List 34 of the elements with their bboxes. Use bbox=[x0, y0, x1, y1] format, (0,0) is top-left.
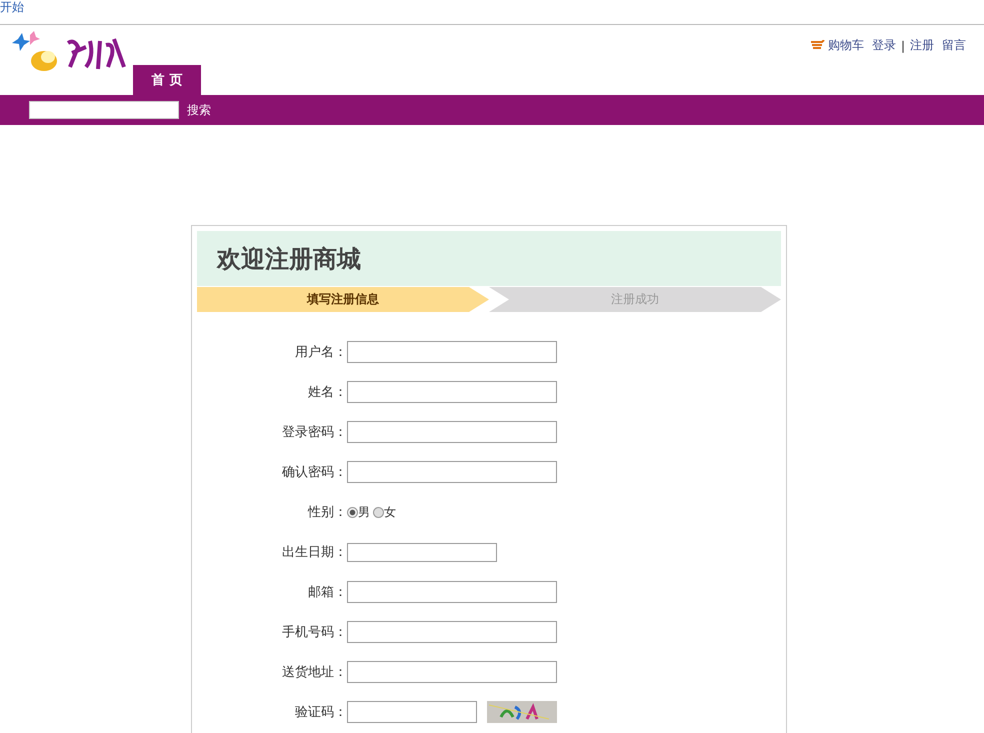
home-tab[interactable]: 首 页 bbox=[133, 65, 201, 95]
field-label: 邮箱： bbox=[307, 584, 347, 601]
field-label: 用户名： bbox=[294, 344, 347, 361]
search-field[interactable] bbox=[29, 101, 179, 119]
page-title: 欢迎注册商城 bbox=[217, 244, 361, 274]
field-label: 登录密码： bbox=[281, 424, 347, 441]
field-label: 验证码： bbox=[294, 704, 347, 721]
search-button[interactable]: 搜索 bbox=[187, 102, 211, 118]
input-field[interactable] bbox=[347, 661, 557, 683]
date-field[interactable] bbox=[347, 542, 497, 562]
step-indicator: 填写注册信息 bbox=[197, 287, 489, 312]
field-label: 性别： bbox=[306, 504, 347, 521]
input-field[interactable] bbox=[347, 421, 557, 443]
input-field[interactable] bbox=[347, 461, 557, 483]
input-field[interactable] bbox=[347, 341, 557, 363]
header-link[interactable]: 注册 bbox=[910, 37, 934, 54]
field-label: 送货地址： bbox=[281, 664, 347, 681]
field-label: 确认密码： bbox=[281, 464, 347, 481]
field-label: 姓名： bbox=[307, 384, 347, 401]
input-field[interactable] bbox=[347, 581, 557, 603]
input-field[interactable] bbox=[347, 621, 557, 643]
field-label: 出生日期： bbox=[281, 544, 347, 561]
captcha-field[interactable] bbox=[347, 701, 477, 723]
cart-link[interactable]: 购物车 bbox=[810, 37, 864, 54]
header-link[interactable]: 留言 bbox=[942, 37, 966, 54]
input-field[interactable] bbox=[347, 381, 557, 403]
cart-icon bbox=[810, 40, 825, 51]
field-label: 手机号码： bbox=[281, 624, 347, 641]
step-indicator: 注册成功 bbox=[489, 287, 781, 312]
header-link[interactable]: 登录 bbox=[872, 37, 896, 54]
gender-radio[interactable]: 男 bbox=[347, 504, 370, 520]
separator: | bbox=[900, 38, 905, 52]
start-link[interactable]: 开始 bbox=[0, 0, 24, 15]
gender-radio[interactable]: 女 bbox=[373, 504, 396, 520]
